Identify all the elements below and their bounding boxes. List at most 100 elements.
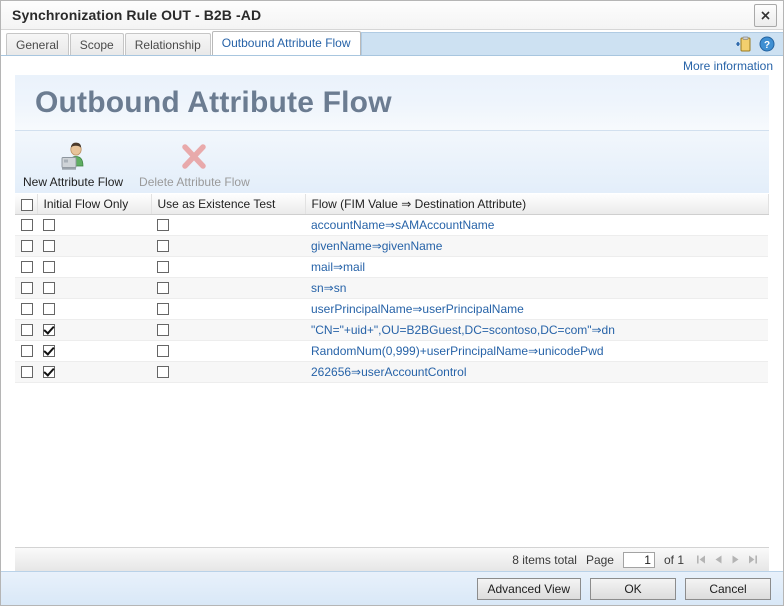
use-as-existence-test-checkbox[interactable] — [157, 303, 169, 316]
flow-expression-cell[interactable]: 262656⇒userAccountControl — [305, 361, 768, 383]
use-as-existence-test-checkbox[interactable] — [157, 324, 169, 337]
close-button[interactable] — [754, 4, 777, 27]
flow-expression-cell[interactable]: RandomNum(0,999)+userPrincipalName⇒unico… — [305, 340, 768, 362]
row-select-checkbox[interactable] — [21, 219, 33, 232]
page-number-input[interactable] — [622, 551, 655, 568]
column-header-flow[interactable]: Flow (FIM Value ⇒ Destination Attribute) — [305, 194, 769, 215]
initial-flow-only-checkbox[interactable] — [43, 261, 55, 274]
flow-expression-cell[interactable]: sn⇒sn — [305, 277, 768, 299]
delete-attribute-flow-label: Delete Attribute Flow — [139, 175, 250, 189]
items-total-label: 8 items total — [512, 552, 577, 567]
initial-flow-only-cell — [37, 235, 151, 257]
grid-body: accountName⇒sAMAccountName givenName⇒give… — [15, 214, 768, 383]
tab-strip: General Scope Relationship Outbound Attr… — [1, 30, 783, 56]
ok-button[interactable]: OK — [590, 577, 676, 600]
tab-outbound-attribute-flow[interactable]: Outbound Attribute Flow — [211, 31, 361, 55]
row-select-checkbox[interactable] — [21, 261, 33, 274]
attribute-flow-grid: Initial Flow Only Use as Existence Test … — [15, 194, 769, 383]
toolbar: New Attribute Flow Delete Attribute Flow — [15, 131, 769, 193]
tab-relationship[interactable]: Relationship — [124, 33, 211, 55]
initial-flow-only-checkbox[interactable] — [43, 303, 55, 316]
last-page-icon[interactable] — [746, 553, 759, 566]
cancel-button[interactable]: Cancel — [685, 577, 771, 600]
flow-expression-cell[interactable]: accountName⇒sAMAccountName — [305, 214, 768, 236]
use-as-existence-test-cell — [151, 319, 305, 341]
advanced-view-button[interactable]: Advanced View — [476, 577, 581, 600]
more-information-link[interactable]: More information — [683, 59, 773, 73]
use-as-existence-test-cell — [151, 277, 305, 299]
use-as-existence-test-checkbox[interactable] — [157, 240, 169, 253]
page-of-label: of 1 — [663, 552, 684, 567]
tab-general[interactable]: General — [6, 33, 69, 55]
new-attribute-flow-button[interactable]: New Attribute Flow — [15, 140, 131, 189]
pagination-bar: 8 items total Page of 1 — [15, 547, 769, 571]
initial-flow-only-checkbox[interactable] — [43, 345, 55, 358]
table-row[interactable]: mail⇒mail — [15, 256, 768, 278]
initial-flow-only-checkbox[interactable] — [43, 366, 55, 379]
tab-scope[interactable]: Scope — [69, 33, 124, 55]
grid-header-row: Initial Flow Only Use as Existence Test … — [15, 194, 769, 215]
row-select-checkbox[interactable] — [21, 345, 33, 358]
next-page-icon[interactable] — [729, 553, 742, 566]
select-all-checkbox[interactable] — [21, 198, 33, 211]
delete-attribute-flow-button[interactable]: Delete Attribute Flow — [131, 140, 258, 189]
flow-expression-cell[interactable]: mail⇒mail — [305, 256, 768, 278]
initial-flow-only-checkbox[interactable] — [43, 282, 55, 295]
page-title: Outbound Attribute Flow — [35, 85, 392, 119]
row-select-cell — [15, 214, 37, 236]
use-as-existence-test-checkbox[interactable] — [157, 366, 169, 379]
row-select-checkbox[interactable] — [21, 366, 33, 379]
dialog-footer: Advanced View OK Cancel — [1, 571, 783, 605]
svg-text:?: ? — [764, 40, 770, 51]
tab-general-label: General — [16, 38, 59, 52]
initial-flow-only-cell — [37, 340, 151, 362]
flow-expression-cell[interactable]: givenName⇒givenName — [305, 235, 768, 257]
use-as-existence-test-checkbox[interactable] — [157, 261, 169, 274]
first-page-icon[interactable] — [695, 553, 708, 566]
more-information-row: More information — [1, 56, 783, 75]
window-title: Synchronization Rule OUT - B2B -AD — [12, 7, 262, 23]
table-row[interactable]: "CN="+uid+",OU=B2BGuest,DC=scontoso,DC=c… — [15, 319, 768, 341]
flow-expression-cell[interactable]: "CN="+uid+",OU=B2BGuest,DC=scontoso,DC=c… — [305, 319, 768, 341]
help-icon[interactable]: ? — [759, 36, 775, 52]
initial-flow-only-checkbox[interactable] — [43, 219, 55, 232]
red-x-delete-icon — [177, 140, 211, 172]
initial-flow-only-checkbox[interactable] — [43, 324, 55, 337]
use-as-existence-test-cell — [151, 298, 305, 320]
row-select-checkbox[interactable] — [21, 282, 33, 295]
use-as-existence-test-checkbox[interactable] — [157, 219, 169, 232]
initial-flow-only-cell — [37, 319, 151, 341]
column-header-initial-flow-only[interactable]: Initial Flow Only — [37, 194, 152, 215]
table-row[interactable]: 262656⇒userAccountControl — [15, 361, 768, 383]
table-row[interactable]: RandomNum(0,999)+userPrincipalName⇒unico… — [15, 340, 768, 362]
tab-relationship-label: Relationship — [134, 38, 201, 52]
attribute-flow-grid-wrapper: Initial Flow Only Use as Existence Test … — [15, 193, 769, 547]
sync-rule-dialog: Synchronization Rule OUT - B2B -AD Gener… — [0, 0, 784, 606]
previous-page-icon[interactable] — [712, 553, 725, 566]
column-header-use-as-existence-test[interactable]: Use as Existence Test — [151, 194, 306, 215]
initial-flow-only-cell — [37, 214, 151, 236]
table-row[interactable]: userPrincipalName⇒userPrincipalName — [15, 298, 768, 320]
use-as-existence-test-checkbox[interactable] — [157, 282, 169, 295]
initial-flow-only-cell — [37, 298, 151, 320]
row-select-cell — [15, 298, 37, 320]
page-banner: Outbound Attribute Flow — [15, 75, 769, 131]
flow-expression-cell[interactable]: userPrincipalName⇒userPrincipalName — [305, 298, 768, 320]
row-select-checkbox[interactable] — [21, 303, 33, 316]
title-bar: Synchronization Rule OUT - B2B -AD — [1, 1, 783, 30]
table-row[interactable]: givenName⇒givenName — [15, 235, 768, 257]
pagination-arrows — [695, 553, 759, 566]
tab-strip-filler: ? — [360, 32, 783, 55]
row-select-checkbox[interactable] — [21, 240, 33, 253]
row-select-cell — [15, 340, 37, 362]
initial-flow-only-checkbox[interactable] — [43, 240, 55, 253]
table-row[interactable]: sn⇒sn — [15, 277, 768, 299]
select-all-header — [15, 194, 38, 215]
row-select-checkbox[interactable] — [21, 324, 33, 337]
tab-outbound-attribute-flow-label: Outbound Attribute Flow — [221, 36, 351, 50]
page-label: Page — [585, 552, 614, 567]
table-row[interactable]: accountName⇒sAMAccountName — [15, 214, 768, 236]
use-as-existence-test-cell — [151, 340, 305, 362]
use-as-existence-test-checkbox[interactable] — [157, 345, 169, 358]
clipboard-add-icon[interactable] — [736, 36, 752, 52]
